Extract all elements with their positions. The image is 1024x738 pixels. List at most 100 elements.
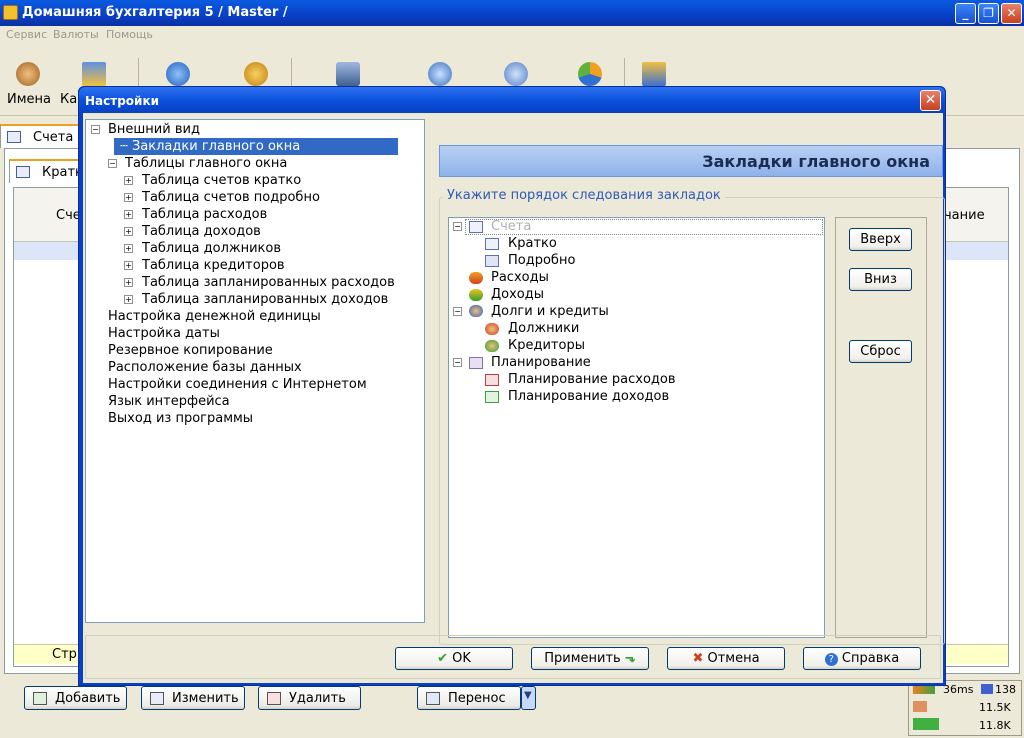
edit-icon <box>150 692 164 705</box>
creditor-icon <box>485 340 499 352</box>
order-item-detailed[interactable]: Подробно <box>508 253 575 268</box>
tree-item-backup[interactable]: Резервное копирование <box>108 343 273 358</box>
transfer-button[interactable]: Перенос <box>417 686 521 710</box>
tree-item-main-tabs-label: Закладки главного окна <box>131 139 301 154</box>
tree-item-database-location[interactable]: Расположение базы данных <box>108 360 302 375</box>
tree-item-date[interactable]: Настройка даты <box>108 326 220 341</box>
tree-item-exit[interactable]: Выход из программы <box>108 411 253 426</box>
apply-button[interactable]: Применить ⬎ <box>531 647 649 670</box>
tree-item-accounts-brief[interactable]: Таблица счетов кратко <box>142 173 301 188</box>
tab-accounts[interactable]: Счета <box>0 124 84 148</box>
order-item-planned-expenses[interactable]: Планирование расходов <box>508 372 676 387</box>
sort-icon[interactable] <box>642 62 666 86</box>
check-icon: ✔ <box>437 651 448 666</box>
edit-button[interactable]: Изменить <box>141 686 245 710</box>
main-title-bar: Домашняя бухгалтерия 5 / Master / _ ❐ ✕ <box>0 0 1024 26</box>
restore-button[interactable]: ❐ <box>978 3 999 24</box>
expand-icon[interactable]: + <box>124 193 133 202</box>
collapse-icon[interactable]: − <box>453 222 462 231</box>
transfer-dropdown-button[interactable]: ▼ <box>521 686 536 710</box>
expand-icon[interactable]: + <box>124 244 133 253</box>
order-item-planned-income[interactable]: Планирование доходов <box>508 389 669 404</box>
table-icon <box>485 255 499 267</box>
tree-item-language[interactable]: Язык интерфейса <box>108 394 230 409</box>
toolbar-categories-label[interactable]: Ка <box>60 92 77 107</box>
status-widget: 36ms 138 11.5K 11.8K <box>908 680 1022 736</box>
close-button[interactable]: ✕ <box>1001 3 1022 24</box>
toolbar-names-label[interactable]: Имена <box>7 92 51 107</box>
tab-accounts-label: Счета <box>33 130 74 145</box>
order-item-expenses[interactable]: Расходы <box>491 270 549 285</box>
tree-item-income-table[interactable]: Таблица доходов <box>142 224 261 239</box>
dollar-icon[interactable] <box>166 62 190 86</box>
collapse-icon[interactable]: − <box>91 125 100 134</box>
pie-chart-icon[interactable] <box>578 62 602 86</box>
delete-icon <box>267 692 281 705</box>
expand-icon[interactable]: + <box>124 278 133 287</box>
tree-item-creditors-table[interactable]: Таблица кредиторов <box>142 258 285 273</box>
minimize-button[interactable]: _ <box>955 3 976 24</box>
order-item-creditors[interactable]: Кредиторы <box>508 338 585 353</box>
dialog-close-button[interactable]: ✕ <box>920 90 941 111</box>
transfer-icon <box>426 692 440 705</box>
tree-item-planned-income-table[interactable]: Таблица запланированных доходов <box>142 292 388 307</box>
tab-order-list[interactable]: − Счета Кратко Подробно Расходы Доходы −… <box>448 217 825 638</box>
search-icon[interactable] <box>428 62 452 86</box>
coins-income-icon <box>469 289 483 301</box>
tree-item-internet[interactable]: Настройки соединения с Интернетом <box>108 377 367 392</box>
ok-button-label: OK <box>452 651 471 666</box>
dialog-title: Настройки <box>85 94 160 108</box>
tree-item-appearance[interactable]: Внешний вид <box>108 122 200 137</box>
categories-icon[interactable] <box>82 62 106 86</box>
expand-icon[interactable]: + <box>124 261 133 270</box>
order-item-debts[interactable]: Долги и кредиты <box>491 304 609 319</box>
expand-icon[interactable]: + <box>124 176 133 185</box>
add-button[interactable]: Добавить <box>24 686 127 710</box>
tree-item-main-tabs[interactable]: ┄ Закладки главного окна <box>120 139 300 154</box>
report-icon[interactable] <box>504 62 528 86</box>
people-icon[interactable] <box>16 62 40 86</box>
list-icon <box>485 238 499 250</box>
menu-service[interactable]: Сервис <box>6 28 47 41</box>
menu-help[interactable]: Помощь <box>106 28 153 41</box>
expand-icon[interactable]: + <box>124 210 133 219</box>
section-header: Закладки главного окна <box>439 145 943 177</box>
tree-item-expenses-table[interactable]: Таблица расходов <box>142 207 267 222</box>
calculator-icon[interactable] <box>336 62 360 86</box>
tree-item-debtors-table[interactable]: Таблица должников <box>142 241 281 256</box>
upload-icon <box>913 701 927 712</box>
section-header-title: Закладки главного окна <box>702 152 930 171</box>
tree-item-accounts-detailed[interactable]: Таблица счетов подробно <box>142 190 320 205</box>
reset-button[interactable]: Сброс <box>849 340 912 363</box>
download-icon <box>913 718 939 730</box>
cancel-button[interactable]: ✖ Отмена <box>667 647 785 670</box>
order-item-accounts[interactable]: Счета <box>491 219 531 234</box>
help-button-label: Справка <box>841 651 900 666</box>
coins-expense-icon <box>469 272 483 284</box>
tree-item-main-tables[interactable]: Таблицы главного окна <box>125 156 287 171</box>
debtor-icon <box>485 323 499 335</box>
order-item-income[interactable]: Доходы <box>491 287 544 302</box>
move-up-button[interactable]: Вверх <box>849 228 912 251</box>
wallet-icon[interactable] <box>244 62 268 86</box>
tree-item-currency[interactable]: Настройка денежной единицы <box>108 309 321 324</box>
menu-currencies[interactable]: Валюты <box>53 28 99 41</box>
list-icon <box>469 221 483 233</box>
expand-icon[interactable]: + <box>124 295 133 304</box>
list-icon <box>16 166 30 178</box>
ok-button[interactable]: ✔ OK <box>395 647 513 670</box>
collapse-icon[interactable]: − <box>453 358 462 367</box>
order-item-debtors[interactable]: Должники <box>508 321 579 336</box>
collapse-icon[interactable]: − <box>108 159 117 168</box>
dialog-title-bar: Настройки ✕ <box>79 87 945 113</box>
help-button[interactable]: ? Справка <box>803 647 921 670</box>
order-item-planning[interactable]: Планирование <box>491 355 591 370</box>
tree-item-planned-expenses-table[interactable]: Таблица запланированных расходов <box>142 275 395 290</box>
expand-icon[interactable]: + <box>124 227 133 236</box>
help-icon: ? <box>824 653 838 666</box>
collapse-icon[interactable]: − <box>453 307 462 316</box>
order-item-brief[interactable]: Кратко <box>508 236 557 251</box>
tab-brief[interactable]: Кратк <box>9 159 83 183</box>
delete-button[interactable]: Удалить <box>258 686 361 710</box>
move-down-button[interactable]: Вниз <box>849 268 912 291</box>
